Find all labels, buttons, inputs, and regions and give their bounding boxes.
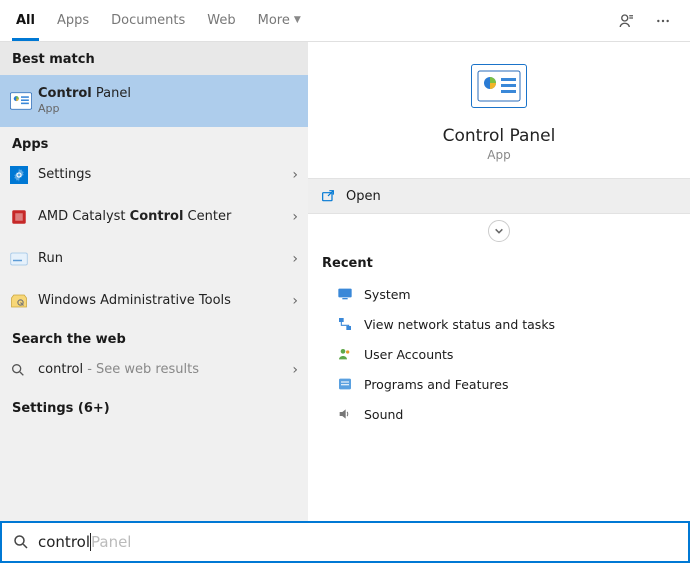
chevron-right-icon: › (284, 167, 298, 183)
best-match-title: Control Panel (38, 86, 298, 102)
tabs: All Apps Documents Web More ▼ (6, 0, 311, 41)
recent-item-system[interactable]: System (322, 279, 676, 309)
preview-title: Control Panel (443, 126, 556, 146)
recent-list: System View network status and tasks Use… (308, 279, 690, 429)
preview-column: Control Panel App Open Recent System (308, 42, 690, 521)
search-icon (12, 533, 30, 551)
main-area: Best match Control Panel App Apps Settin… (0, 42, 690, 521)
feedback-icon[interactable] (616, 10, 638, 32)
search-input[interactable]: control Panel (0, 521, 690, 563)
open-label: Open (346, 189, 381, 204)
settings-icon (10, 166, 38, 184)
best-match-header: Best match (0, 42, 308, 75)
settings-more[interactable]: Settings (6+) (0, 391, 308, 418)
recent-item-sound[interactable]: Sound (322, 399, 676, 429)
recent-item-user-accounts[interactable]: User Accounts (322, 339, 676, 369)
open-icon (320, 188, 336, 204)
app-item-settings[interactable]: Settings › (0, 154, 308, 196)
amd-icon (10, 208, 38, 226)
tab-more[interactable]: More ▼ (248, 0, 311, 41)
app-item-admin-tools[interactable]: Windows Administrative Tools › (0, 280, 308, 322)
app-item-amd-catalyst[interactable]: AMD Catalyst Control Center › (0, 196, 308, 238)
open-action[interactable]: Open (308, 178, 690, 214)
web-result[interactable]: control - See web results › (0, 349, 308, 391)
top-right-controls (616, 10, 684, 32)
more-options-icon[interactable] (652, 10, 674, 32)
sound-icon (336, 406, 354, 422)
chevron-right-icon: › (284, 251, 298, 267)
control-panel-icon (10, 92, 38, 110)
expand-toggle (308, 214, 690, 250)
preview-subtitle: App (487, 148, 510, 162)
chevron-right-icon: › (284, 362, 298, 378)
tab-apps[interactable]: Apps (47, 0, 99, 41)
app-item-run[interactable]: Run › (0, 238, 308, 280)
chevron-right-icon: › (284, 209, 298, 225)
network-icon (336, 316, 354, 332)
search-text: control Panel (38, 533, 131, 551)
tab-documents[interactable]: Documents (101, 0, 195, 41)
chevron-down-icon: ▼ (294, 15, 301, 25)
apps-header: Apps (0, 127, 308, 154)
recent-header: Recent (308, 250, 690, 279)
top-tab-bar: All Apps Documents Web More ▼ (0, 0, 690, 42)
recent-item-programs[interactable]: Programs and Features (322, 369, 676, 399)
search-icon (10, 362, 38, 378)
system-icon (336, 287, 354, 301)
recent-item-network[interactable]: View network status and tasks (322, 309, 676, 339)
best-match-sub: App (38, 102, 298, 116)
control-panel-large-icon (471, 64, 527, 108)
preview-header: Control Panel App (308, 42, 690, 178)
best-match-result[interactable]: Control Panel App (0, 75, 308, 127)
tab-all[interactable]: All (6, 0, 45, 41)
users-icon (336, 346, 354, 362)
admin-tools-icon (10, 293, 38, 309)
tab-web[interactable]: Web (197, 0, 245, 41)
run-icon (10, 252, 38, 266)
results-column: Best match Control Panel App Apps Settin… (0, 42, 308, 521)
search-web-header: Search the web (0, 322, 308, 349)
programs-icon (336, 376, 354, 392)
chevron-right-icon: › (284, 293, 298, 309)
chevron-down-icon[interactable] (488, 220, 510, 242)
